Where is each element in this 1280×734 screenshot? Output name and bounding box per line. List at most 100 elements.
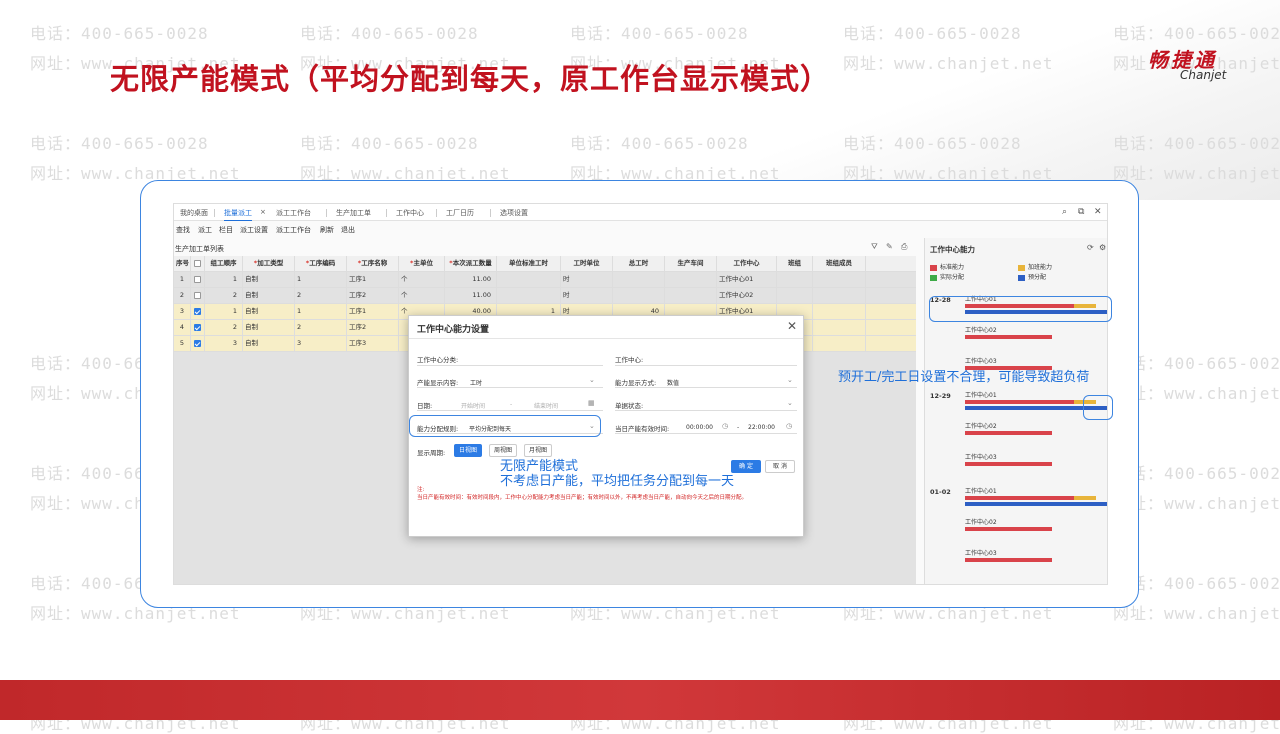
chevron-down-icon[interactable]: ⌄	[787, 399, 793, 407]
table-cell[interactable]: 2	[205, 320, 243, 336]
date-start-input[interactable]: 开始时间	[461, 401, 485, 410]
confirm-button[interactable]: 确 定	[731, 460, 761, 473]
table-cell[interactable]	[813, 272, 866, 288]
print-icon[interactable]: ⎙	[901, 242, 907, 252]
toolbar-find[interactable]: 查找	[176, 225, 190, 235]
toolbar-dispatch[interactable]: 派工	[198, 225, 212, 235]
table-cell[interactable]	[497, 272, 561, 288]
table-cell[interactable]: 1	[295, 304, 347, 320]
cancel-button[interactable]: 取 消	[765, 460, 795, 473]
toolbar-columns[interactable]: 栏目	[219, 225, 233, 235]
restore-icon[interactable]: ⧉	[1078, 207, 1084, 217]
tab-dispatch-workbench[interactable]: 派工工作台	[276, 208, 311, 221]
table-cell[interactable]	[813, 288, 866, 304]
table-cell[interactable]: 自制	[243, 320, 295, 336]
tab-close-icon[interactable]: ×	[260, 208, 266, 221]
table-cell[interactable]: 5	[174, 336, 191, 352]
edit-icon[interactable]: ✎	[886, 242, 893, 251]
table-cell[interactable]: 工序3	[347, 336, 399, 352]
table-cell[interactable]	[665, 288, 717, 304]
table-cell[interactable]: 1	[295, 272, 347, 288]
tab-production-order[interactable]: 生产加工单	[336, 208, 371, 221]
table-cell[interactable]: 2	[174, 288, 191, 304]
daily-time-start[interactable]: 00:00:00	[686, 424, 713, 431]
table-cell[interactable]: 工序2	[347, 320, 399, 336]
table-cell[interactable]: 工序1	[347, 272, 399, 288]
toolbar-exit[interactable]: 退出	[341, 225, 355, 235]
table-cell[interactable]: 3	[295, 336, 347, 352]
capacity-display-select[interactable]: 工时	[470, 378, 482, 387]
tab-factory-calendar[interactable]: 工厂日历	[446, 208, 474, 221]
table-cell[interactable]	[497, 288, 561, 304]
table-cell[interactable]	[613, 272, 665, 288]
select-all-checkbox[interactable]	[194, 259, 201, 267]
row-checkbox[interactable]	[194, 307, 201, 315]
dialog-close-icon[interactable]: ✕	[787, 319, 797, 333]
table-cell[interactable]	[191, 320, 205, 336]
table-cell[interactable]: 工作中心02	[717, 288, 777, 304]
week-view-button[interactable]: 周视图	[489, 444, 517, 457]
month-view-button[interactable]: 月视图	[524, 444, 552, 457]
table-cell[interactable]: 时	[561, 272, 613, 288]
chevron-down-icon[interactable]: ⌄	[787, 376, 793, 384]
table-cell[interactable]	[613, 288, 665, 304]
table-cell[interactable]: 4	[174, 320, 191, 336]
table-cell[interactable]	[813, 304, 866, 320]
table-cell[interactable]	[777, 288, 813, 304]
table-cell[interactable]: 工序2	[347, 288, 399, 304]
table-cell[interactable]	[777, 272, 813, 288]
table-cell[interactable]: 工作中心01	[717, 272, 777, 288]
capacity-mode-select[interactable]: 数值	[667, 378, 679, 387]
table-cell[interactable]: 自制	[243, 272, 295, 288]
column-header[interactable]	[191, 256, 205, 272]
table-cell[interactable]: 工序1	[347, 304, 399, 320]
tab-work-center[interactable]: 工作中心	[396, 208, 424, 221]
search-icon[interactable]: ⌕	[1062, 207, 1067, 217]
gear-icon[interactable]: ⚙	[1099, 243, 1106, 252]
table-cell[interactable]: 11.00	[445, 272, 497, 288]
close-icon[interactable]: ✕	[1094, 207, 1102, 217]
table-cell[interactable]: 3	[174, 304, 191, 320]
table-cell[interactable]: 自制	[243, 336, 295, 352]
row-checkbox[interactable]	[194, 323, 201, 331]
chevron-down-icon[interactable]: ⌄	[589, 376, 595, 384]
table-cell[interactable]: 自制	[243, 288, 295, 304]
table-cell[interactable]	[191, 272, 205, 288]
toolbar-refresh[interactable]: 刷新	[320, 225, 334, 235]
table-cell[interactable]: 个	[399, 288, 445, 304]
table-row[interactable]: 2 2 自制 2 工序2 个 11.00 时工作中心02	[174, 288, 916, 304]
table-cell[interactable]	[191, 304, 205, 320]
table-cell[interactable]: 11.00	[445, 288, 497, 304]
tab-batch-dispatch[interactable]: 批量派工	[224, 208, 252, 221]
table-cell[interactable]	[191, 288, 205, 304]
daily-time-end[interactable]: 22:00:00	[748, 424, 775, 431]
table-cell[interactable]: 2	[295, 320, 347, 336]
refresh-icon[interactable]: ⟳	[1087, 243, 1094, 252]
table-cell[interactable]: 2	[205, 288, 243, 304]
table-cell[interactable]: 1	[205, 304, 243, 320]
table-cell[interactable]	[813, 320, 866, 336]
row-checkbox[interactable]	[194, 275, 201, 283]
tab-my-desktop[interactable]: 我的桌面	[180, 208, 208, 221]
wc-category-field[interactable]	[417, 365, 603, 366]
table-row[interactable]: 1 1 自制 1 工序1 个 11.00 时工作中心01	[174, 272, 916, 288]
toolbar-dispatch-settings[interactable]: 派工设置	[240, 225, 268, 235]
table-cell[interactable]: 个	[399, 272, 445, 288]
table-cell[interactable]: 1	[205, 272, 243, 288]
row-checkbox[interactable]	[194, 291, 201, 299]
table-cell[interactable]: 时	[561, 288, 613, 304]
day-view-button[interactable]: 日视图	[454, 444, 482, 457]
calendar-icon[interactable]: ▦	[588, 399, 595, 407]
table-cell[interactable]: 自制	[243, 304, 295, 320]
wc-field[interactable]	[615, 365, 797, 366]
table-cell[interactable]	[665, 272, 717, 288]
toolbar-dispatch-workbench[interactable]: 派工工作台	[276, 225, 311, 235]
tab-options[interactable]: 选项设置	[500, 208, 528, 221]
table-cell[interactable]: 1	[174, 272, 191, 288]
table-cell[interactable]	[813, 336, 866, 352]
table-cell[interactable]	[191, 336, 205, 352]
table-cell[interactable]: 3	[205, 336, 243, 352]
table-cell[interactable]: 2	[295, 288, 347, 304]
filter-icon[interactable]: ⛛	[871, 242, 878, 252]
row-checkbox[interactable]	[194, 339, 201, 347]
